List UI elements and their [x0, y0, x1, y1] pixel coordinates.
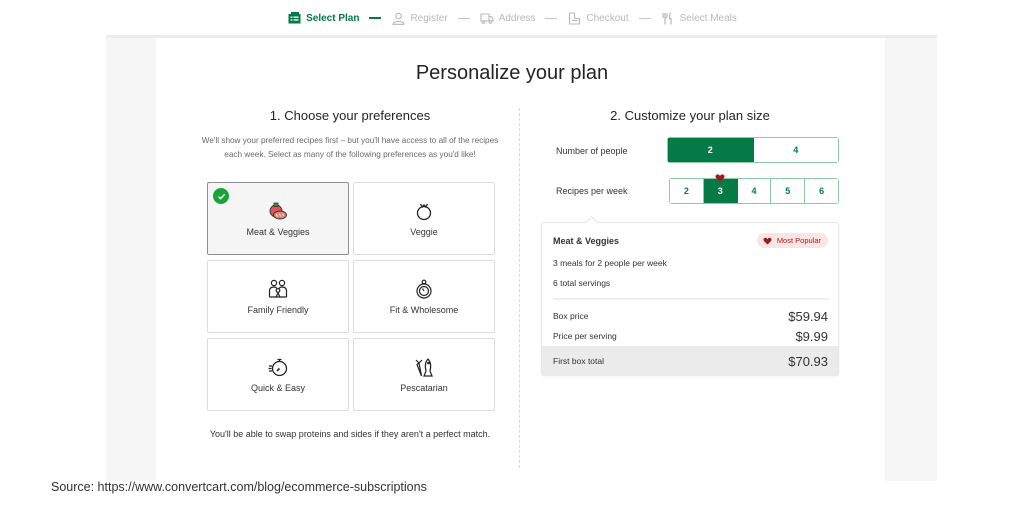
- truck-icon: [480, 11, 494, 25]
- recipes-option-4[interactable]: 4: [737, 179, 772, 203]
- step-separator: [638, 17, 651, 19]
- price-value: $9.99: [795, 328, 828, 344]
- preferences-intro: We'll show your preferred recipes first …: [201, 136, 499, 159]
- option-value: 4: [751, 186, 757, 196]
- heart-icon: [715, 174, 725, 182]
- recipes-option-6[interactable]: 6: [805, 179, 838, 203]
- swap-footnote: You'll be able to swap proteins and side…: [209, 429, 491, 439]
- recipes-option-3[interactable]: 3: [703, 174, 738, 203]
- price-label: Box price: [553, 311, 589, 321]
- recipes-label: Recipes per week: [556, 186, 628, 196]
- preferences-heading: 1. Choose your preferences: [269, 108, 431, 123]
- preference-quick-easy[interactable]: Quick & Easy: [207, 338, 349, 411]
- step-separator: [457, 17, 470, 19]
- people-option-4[interactable]: 4: [753, 138, 838, 162]
- preference-label: Veggie: [410, 227, 438, 237]
- family-icon: [268, 279, 288, 298]
- preference-fit-wholesome[interactable]: Fit & Wholesome: [353, 260, 495, 333]
- servings-summary: 6 total servings: [553, 278, 611, 288]
- price-label: First box total: [553, 356, 605, 366]
- page-title: Personalize your plan: [415, 62, 609, 84]
- step-checkout[interactable]: Checkout: [567, 11, 629, 25]
- step-select-plan[interactable]: Select Plan: [287, 11, 359, 25]
- checkout-stepper: Select Plan Register Address Checkout Se…: [0, 0, 1024, 36]
- column-divider: [519, 108, 520, 468]
- option-value: 6: [819, 186, 825, 196]
- option-value: 2: [683, 186, 689, 196]
- checkout-icon: [567, 11, 581, 25]
- source-caption: Source: https://www.convertcart.com/blog…: [51, 480, 427, 494]
- step-label: Register: [410, 12, 448, 24]
- heart-icon: [763, 237, 772, 245]
- preference-label: Meat & Veggies: [246, 227, 310, 237]
- fish-carrot-icon: [415, 358, 433, 377]
- step-separator: [545, 17, 558, 19]
- step-address[interactable]: Address: [480, 11, 536, 25]
- user-icon: [391, 11, 405, 25]
- right-gutter: [885, 38, 937, 481]
- plan-summary-card: Meat & Veggies Most Popular 3 meals for …: [541, 216, 839, 376]
- price-per-serving-row: Price per serving $9.99: [542, 326, 838, 346]
- card-divider: [553, 298, 829, 300]
- plan-name: Meat & Veggies: [553, 236, 620, 246]
- step-register[interactable]: Register: [391, 11, 448, 25]
- step-label: Select Plan: [306, 12, 360, 24]
- apple-scale-icon: [416, 279, 432, 299]
- box-price-row: Box price $59.94: [542, 306, 838, 326]
- left-gutter: [106, 38, 156, 481]
- step-select-meals[interactable]: Select Meals: [661, 11, 737, 25]
- people-label: Number of people: [556, 146, 628, 156]
- checkmark-icon: [213, 188, 229, 204]
- meals-summary: 3 meals for 2 people per week: [553, 258, 667, 268]
- step-label: Checkout: [586, 12, 629, 24]
- recipes-option-2[interactable]: 2: [670, 179, 704, 203]
- preference-label: Family Friendly: [247, 305, 309, 315]
- badge-label: Most Popular: [776, 236, 821, 245]
- meat-veggies-icon: [269, 202, 287, 220]
- most-popular-badge: Most Popular: [756, 233, 828, 248]
- preference-meat-veggies[interactable]: Meat & Veggies: [207, 182, 349, 255]
- option-value: 3: [717, 186, 723, 196]
- preference-label: Fit & Wholesome: [389, 305, 459, 315]
- people-option-2[interactable]: 2: [668, 138, 754, 162]
- step-label: Address: [498, 12, 536, 24]
- preference-label: Pescatarian: [400, 383, 448, 393]
- price-value: $59.94: [788, 308, 828, 324]
- plan-size-heading: 2. Customize your plan size: [610, 108, 770, 123]
- tomato-icon: [416, 203, 432, 221]
- recipes-selector: 2 3 4 5 6: [669, 174, 839, 204]
- price-label: Price per serving: [553, 331, 617, 341]
- step-separator: [369, 17, 382, 19]
- preference-pescatarian[interactable]: Pescatarian: [353, 338, 495, 411]
- menu-card-icon: [287, 11, 301, 25]
- recipes-option-5[interactable]: 5: [771, 179, 806, 203]
- first-box-total-row: First box total $70.93: [542, 346, 838, 376]
- step-label: Select Meals: [679, 12, 737, 24]
- preference-family-friendly[interactable]: Family Friendly: [207, 260, 349, 333]
- preference-veggie[interactable]: Veggie: [353, 182, 495, 255]
- preference-grid: Meat & Veggies Veggie Family Friendly Fi…: [207, 182, 495, 411]
- people-selector: 2 4: [667, 137, 839, 163]
- option-value: 5: [785, 186, 791, 196]
- stopwatch-icon: [268, 358, 288, 377]
- price-value: $70.93: [788, 353, 828, 369]
- fork-knife-icon: [661, 11, 675, 25]
- preference-label: Quick & Easy: [250, 383, 306, 393]
